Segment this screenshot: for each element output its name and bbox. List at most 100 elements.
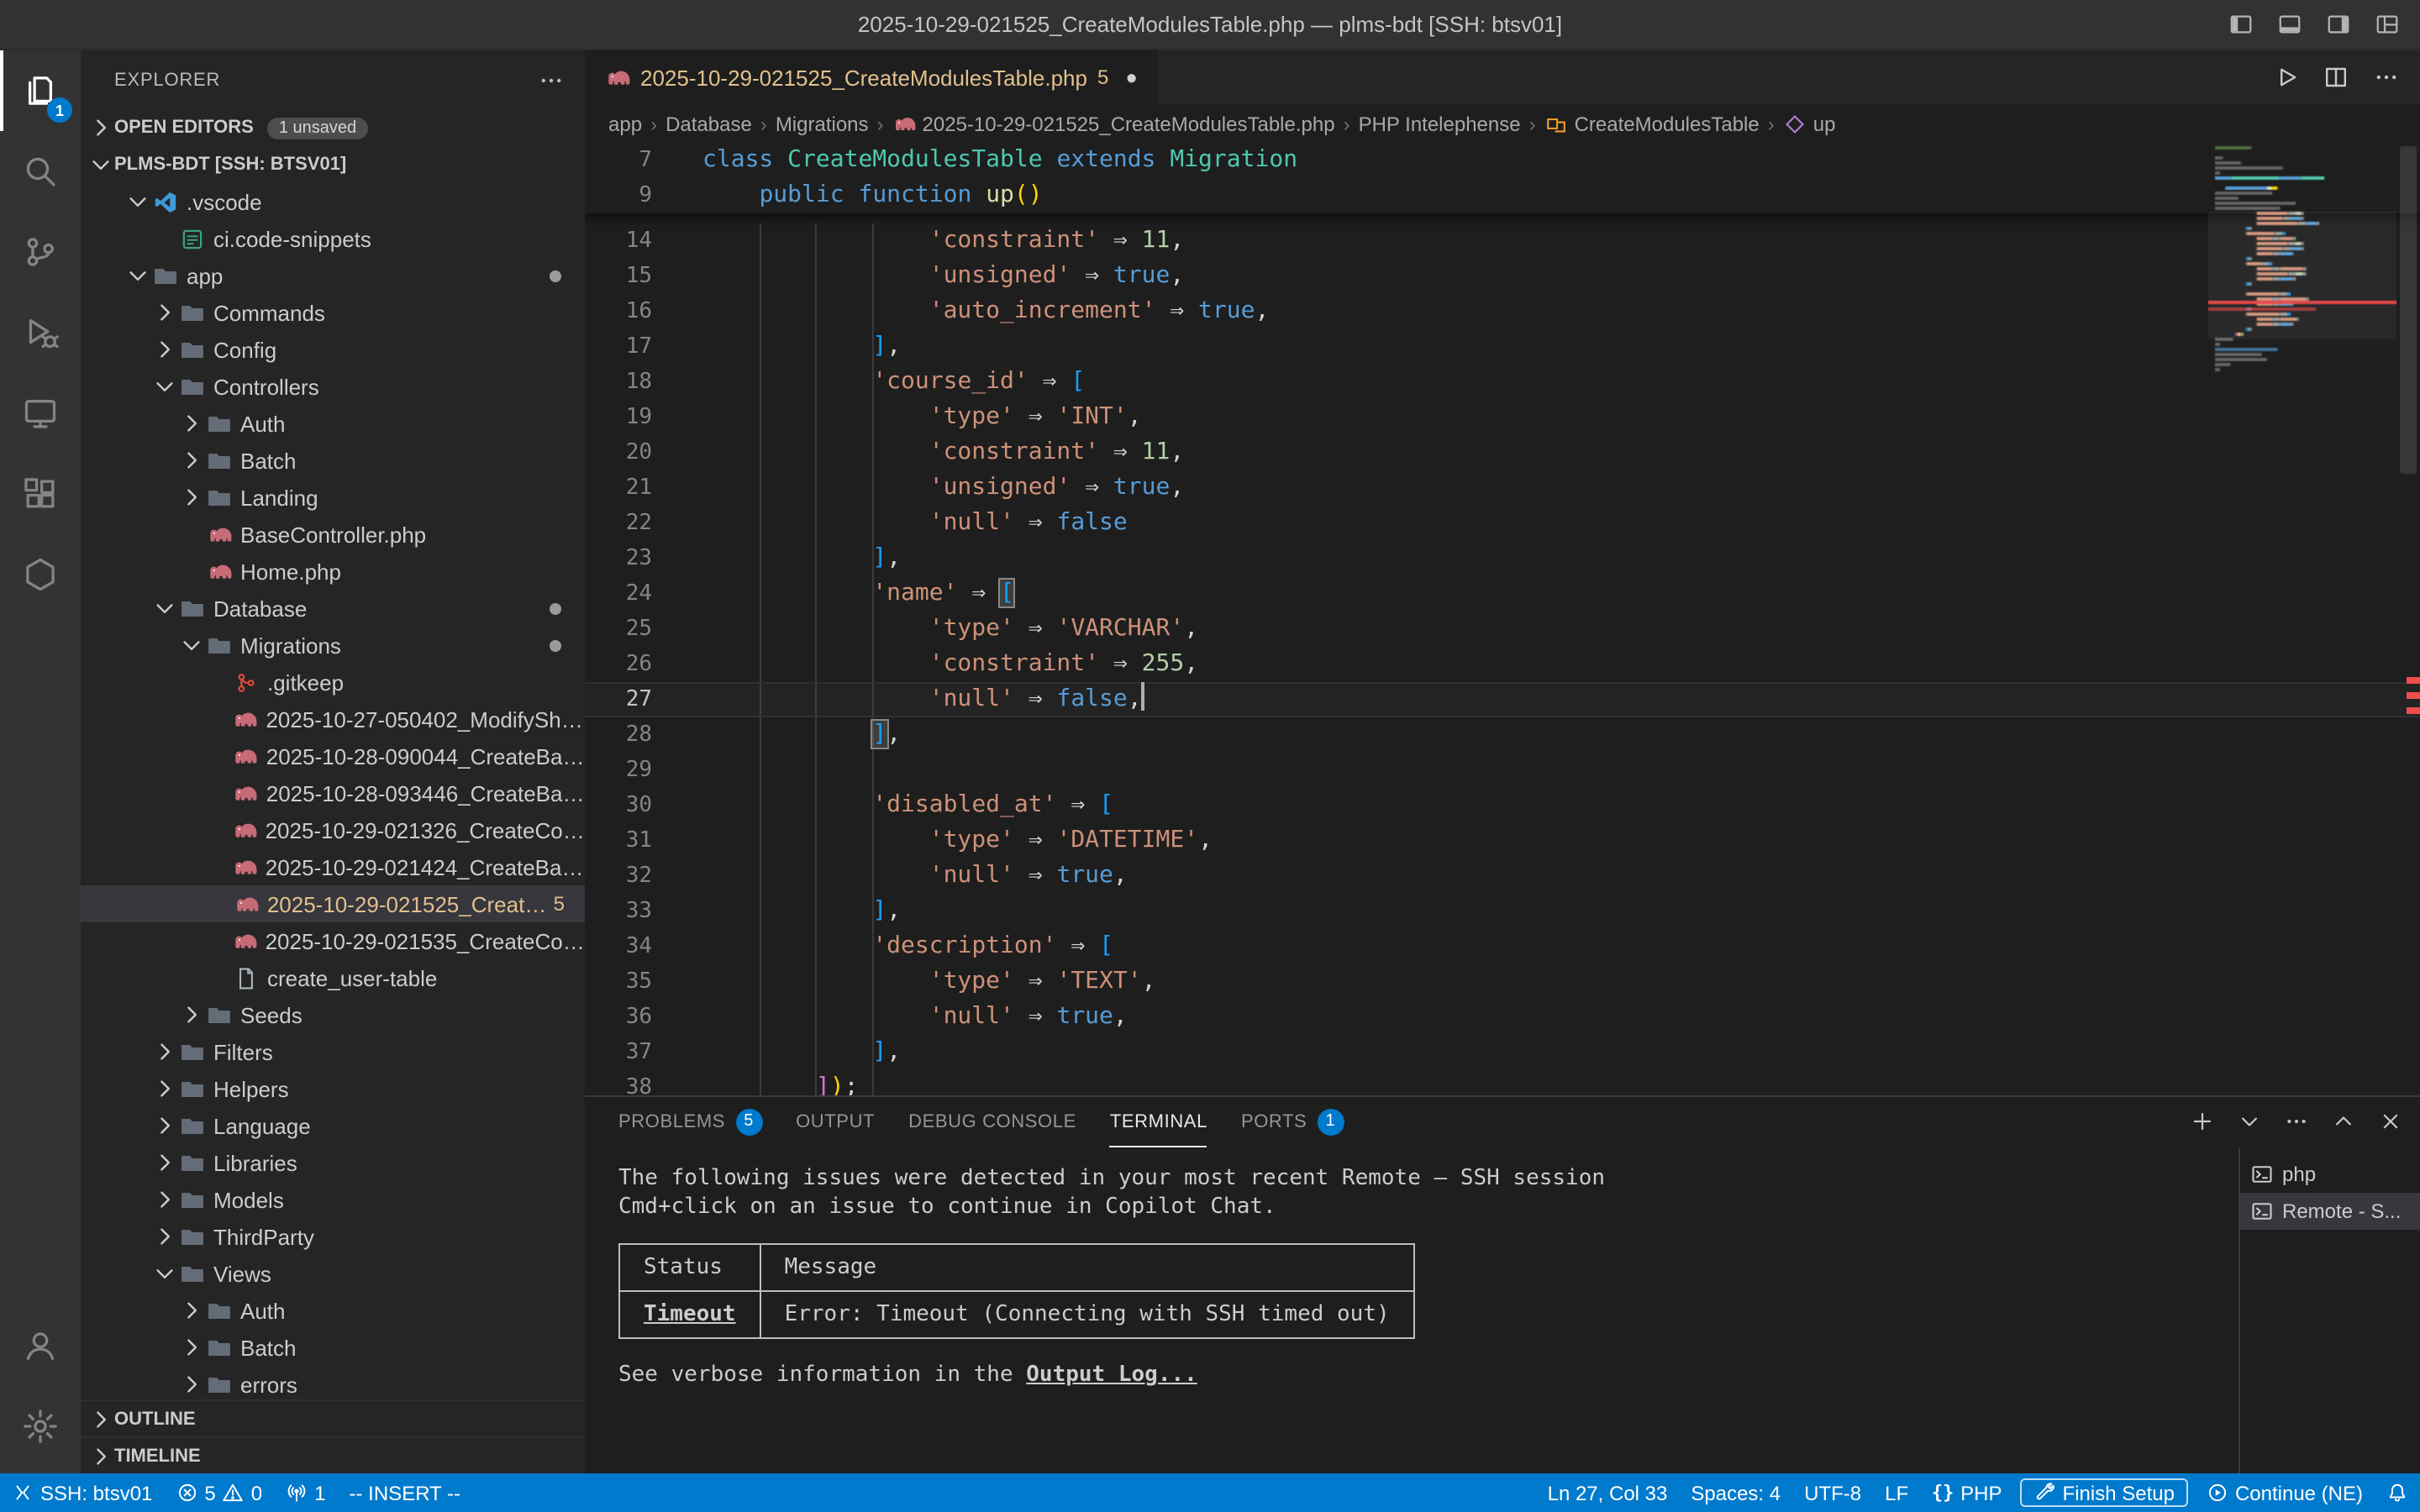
minimap[interactable]: [2208, 143, 2396, 680]
timeout-link[interactable]: Timeout: [644, 1302, 736, 1327]
chevron-right-icon[interactable]: [151, 1075, 178, 1102]
tree-item-landing[interactable]: Landing: [81, 479, 585, 516]
tree-item-basecontroller-php[interactable]: BaseController.php: [81, 516, 585, 553]
code-line-23[interactable]: 23 ],: [585, 541, 2420, 576]
chevron-down-icon[interactable]: [151, 373, 178, 400]
layout-sidebar-left-icon[interactable]: [2228, 12, 2254, 37]
tree-item-libraries[interactable]: Libraries: [81, 1144, 585, 1181]
scrollbar-slider[interactable]: [2400, 146, 2417, 474]
chevron-right-icon[interactable]: [178, 447, 205, 474]
tree-item-models[interactable]: Models: [81, 1181, 585, 1218]
split-editor-icon[interactable]: [2323, 64, 2349, 91]
tree-item-2025-10-29-021424-createbatch[interactable]: 2025-10-29-021424_CreateBatch...: [81, 848, 585, 885]
chevron-down-icon[interactable]: [178, 632, 205, 659]
chevron-up-icon[interactable]: [2331, 1110, 2356, 1135]
code-line-31[interactable]: 31 'type' ⇒ 'DATETIME',: [585, 823, 2420, 858]
tree-item-commands[interactable]: Commands: [81, 294, 585, 331]
tree-item-batch[interactable]: Batch: [81, 442, 585, 479]
statusbar-finish-setup[interactable]: Finish Setup: [2021, 1478, 2188, 1507]
chevron-down-icon[interactable]: [151, 1260, 178, 1287]
code-line-33[interactable]: 33 ],: [585, 894, 2420, 929]
chevron-right-icon[interactable]: [178, 484, 205, 511]
scrollbar[interactable]: [2396, 143, 2420, 1095]
code-line-14[interactable]: 14 'constraint' ⇒ 11,: [585, 223, 2420, 259]
chevron-right-icon[interactable]: [87, 1405, 114, 1432]
code-line-19[interactable]: 19 'type' ⇒ 'INT',: [585, 400, 2420, 435]
tree-item-2025-10-28-093446-createbatc[interactable]: 2025-10-28-093446_CreateBatc...: [81, 774, 585, 811]
panel-tab-terminal[interactable]: TERMINAL: [1110, 1097, 1207, 1147]
outline-header[interactable]: OUTLINE: [81, 1399, 585, 1436]
statusbar-eol[interactable]: LF: [1873, 1473, 1920, 1512]
tree-item-migrations[interactable]: Migrations: [81, 627, 585, 664]
statusbar-ports[interactable]: 1: [274, 1473, 337, 1512]
activitybar-explorer[interactable]: 1: [0, 50, 81, 131]
chevron-down-icon[interactable]: [87, 151, 114, 178]
chevron-right-icon[interactable]: [178, 410, 205, 437]
breadcrumb-item-up[interactable]: up: [1783, 112, 1836, 135]
tree-item-2025-10-29-021535-createconte[interactable]: 2025-10-29-021535_CreateConte...: [81, 922, 585, 959]
statusbar-cursor-position[interactable]: Ln 27, Col 33: [1536, 1473, 1680, 1512]
tree-item-home-php[interactable]: Home.php: [81, 553, 585, 590]
chevron-right-icon[interactable]: [87, 1442, 114, 1469]
chevron-right-icon[interactable]: [151, 1112, 178, 1139]
code-line-36[interactable]: 36 'null' ⇒ true,: [585, 1000, 2420, 1035]
run-icon[interactable]: [2272, 64, 2299, 91]
tree-item-auth[interactable]: Auth: [81, 405, 585, 442]
tree-item-app[interactable]: app: [81, 257, 585, 294]
panel-tab-debug-console[interactable]: DEBUG CONSOLE: [908, 1097, 1076, 1147]
chevron-down-icon[interactable]: [151, 595, 178, 622]
tree-item-batch[interactable]: Batch: [81, 1329, 585, 1366]
activitybar-extension-extra[interactable]: [0, 534, 81, 615]
code-line-38[interactable]: 38 ]);: [585, 1070, 2420, 1095]
tree-item-2025-10-28-090044-createbatc[interactable]: 2025-10-28-090044_CreateBatc...: [81, 738, 585, 774]
sticky-line-9[interactable]: 9 public function up(): [585, 178, 2420, 213]
statusbar-continue-edit[interactable]: Continue (NE): [2195, 1473, 2375, 1512]
activitybar-search[interactable]: [0, 131, 81, 212]
code-line-22[interactable]: 22 'null' ⇒ false: [585, 506, 2420, 541]
statusbar-encoding[interactable]: UTF-8: [1792, 1473, 1873, 1512]
breadcrumb-item-createmodulestable[interactable]: CreateModulesTable: [1544, 112, 1760, 135]
tree-item-language[interactable]: Language: [81, 1107, 585, 1144]
chevron-right-icon[interactable]: [151, 1149, 178, 1176]
code-line-25[interactable]: 25 'type' ⇒ 'VARCHAR',: [585, 612, 2420, 647]
terminal-output[interactable]: The following issues were detected in yo…: [585, 1147, 2238, 1473]
statusbar-notifications[interactable]: [2375, 1473, 2420, 1512]
chevron-down-icon[interactable]: [124, 188, 151, 215]
tree-item-thirdparty[interactable]: ThirdParty: [81, 1218, 585, 1255]
code-line-29[interactable]: 29: [585, 753, 2420, 788]
editor-tab[interactable]: 2025-10-29-021525_CreateModulesTable.php…: [585, 50, 1160, 104]
ellipsis-icon[interactable]: [2373, 64, 2400, 91]
plus-icon[interactable]: [2190, 1110, 2215, 1135]
ellipsis-icon[interactable]: [2284, 1110, 2309, 1135]
code-line-34[interactable]: 34 'description' ⇒ [: [585, 929, 2420, 964]
breadcrumb-item-app[interactable]: app: [608, 112, 642, 135]
tree-item-gitkeep[interactable]: .gitkeep: [81, 664, 585, 701]
statusbar-language-mode[interactable]: {}PHP: [1920, 1473, 2013, 1512]
activitybar-remote-explorer[interactable]: [0, 373, 81, 454]
statusbar-indentation[interactable]: Spaces: 4: [1679, 1473, 1792, 1512]
statusbar-remote-indicator[interactable]: SSH: btsv01: [0, 1473, 164, 1512]
code-line-37[interactable]: 37 ],: [585, 1035, 2420, 1070]
tree-item-2025-10-29-021525-create[interactable]: 2025-10-29-021525_Create... 5: [81, 885, 585, 922]
sidebar-more-icon[interactable]: [538, 66, 565, 93]
tree-item-database[interactable]: Database: [81, 590, 585, 627]
chevron-right-icon[interactable]: [87, 114, 114, 141]
breadcrumb-item-database[interactable]: Database: [666, 112, 752, 135]
chevron-right-icon[interactable]: [151, 336, 178, 363]
activitybar-manage[interactable]: [0, 1386, 81, 1467]
code-line-16[interactable]: 16 'auto_increment' ⇒ true,: [585, 294, 2420, 329]
code-line-18[interactable]: 18 'course_id' ⇒ [: [585, 365, 2420, 400]
terminal-session-remote-s[interactable]: Remote - S...: [2240, 1193, 2420, 1230]
tree-item-ci-code-snippets[interactable]: ci.code-snippets: [81, 220, 585, 257]
activitybar-accounts[interactable]: [0, 1305, 81, 1386]
code-line-27[interactable]: 27 'null' ⇒ false,: [585, 682, 2420, 717]
chevron-down-icon[interactable]: [2237, 1110, 2262, 1135]
statusbar-vim-mode[interactable]: -- INSERT --: [338, 1473, 472, 1512]
code-line-24[interactable]: 24 'name' ⇒ [: [585, 576, 2420, 612]
tree-item-auth[interactable]: Auth: [81, 1292, 585, 1329]
tree-item-2025-10-29-021326-createcours[interactable]: 2025-10-29-021326_CreateCours...: [81, 811, 585, 848]
code-line-17[interactable]: 17 ],: [585, 329, 2420, 365]
layout-customize-icon[interactable]: [2375, 12, 2400, 37]
statusbar-problems[interactable]: 50: [164, 1473, 274, 1512]
panel-tab-problems[interactable]: PROBLEMS 5: [618, 1097, 762, 1147]
